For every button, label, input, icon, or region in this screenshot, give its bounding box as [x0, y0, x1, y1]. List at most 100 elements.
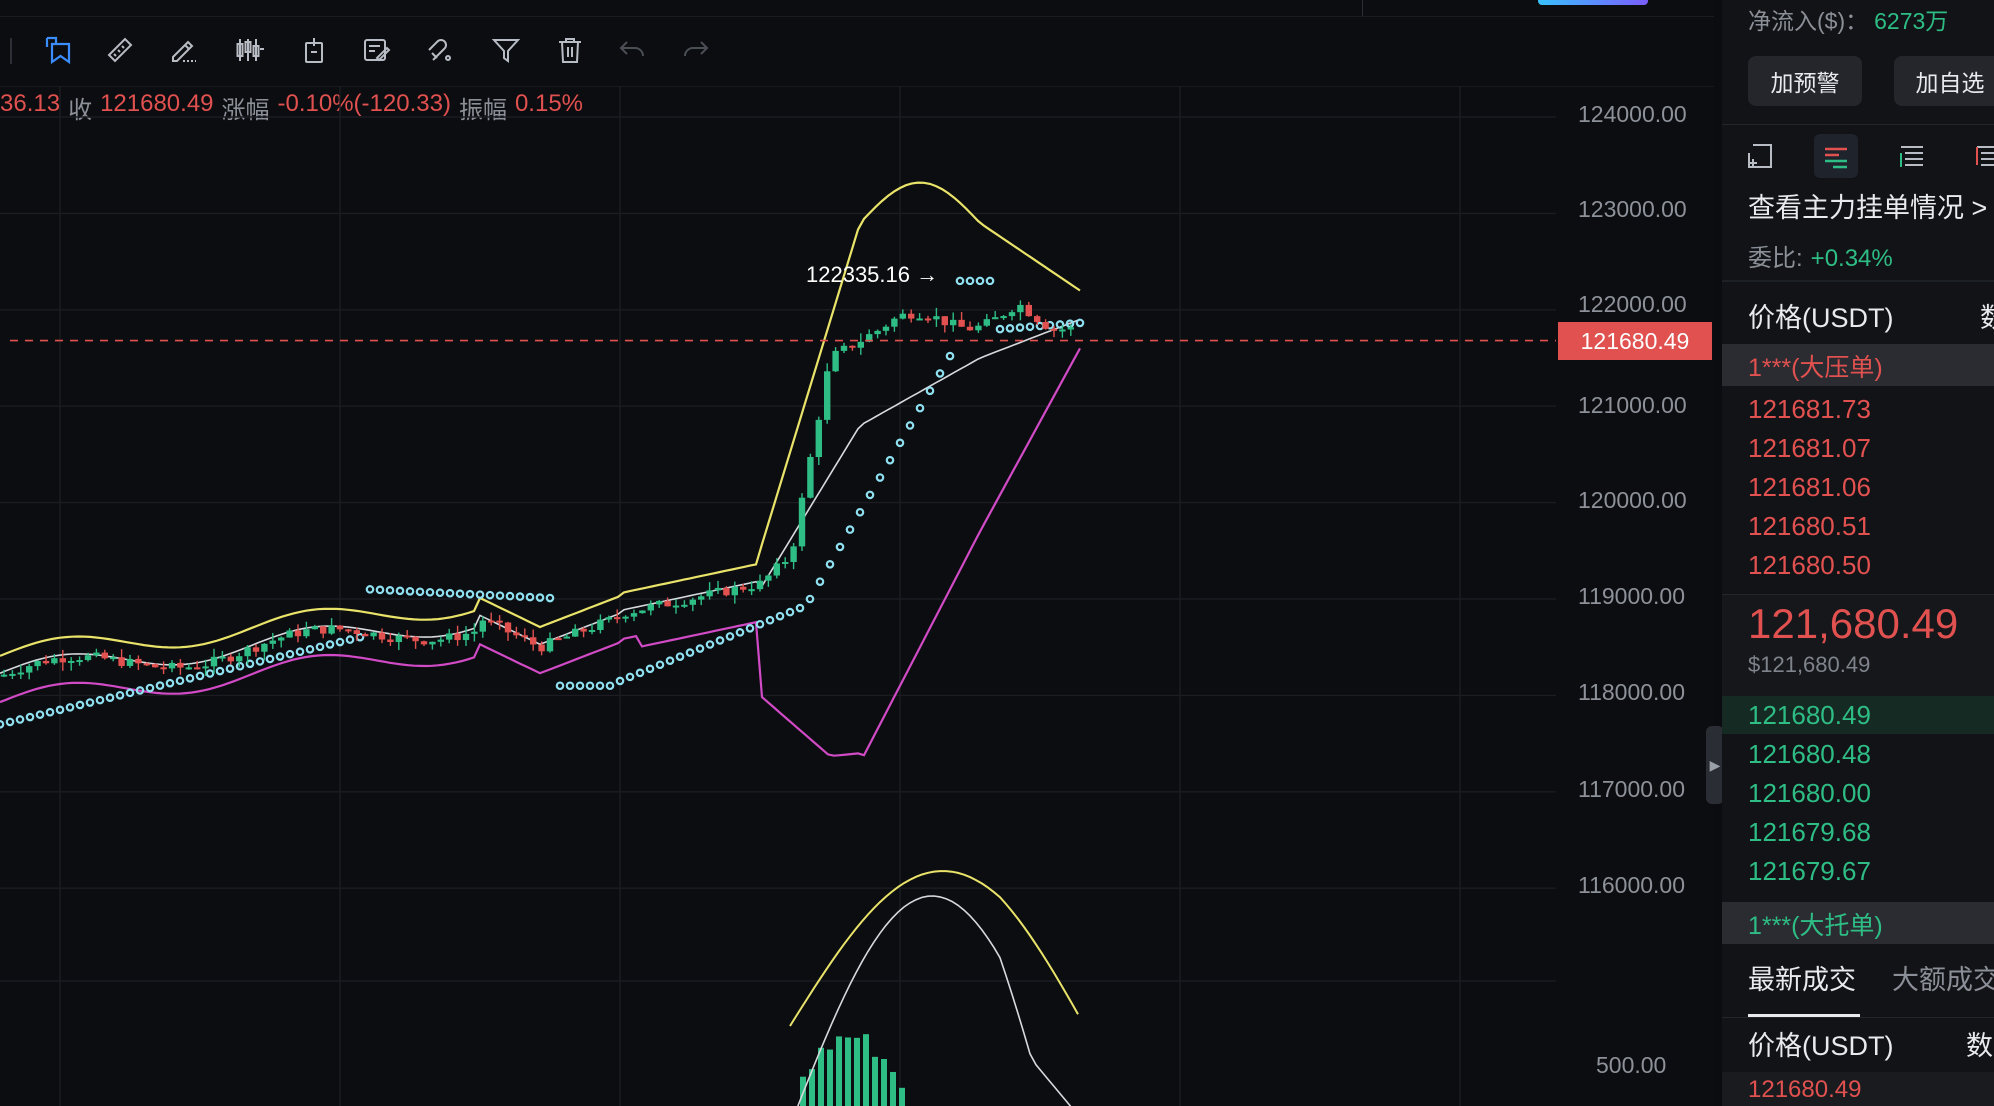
tab-large-trades[interactable]: 大额成交 [1892, 958, 1994, 997]
candle-down [420, 641, 428, 645]
sar-dot [145, 683, 155, 693]
ruler-tool-icon[interactable] [102, 32, 138, 68]
ask-price-row[interactable]: 121680.51 [1748, 511, 1871, 542]
candle-up [51, 658, 58, 664]
top-progress-indicator [1538, 0, 1648, 5]
sar-dot [1025, 322, 1035, 332]
ruler-vertical-icon[interactable] [296, 32, 332, 68]
candle-up [891, 318, 898, 327]
sar-dot [865, 490, 875, 500]
bid-price-row[interactable]: 121679.68 [1748, 817, 1871, 848]
candle-up [210, 656, 218, 667]
volume-bar [890, 1071, 896, 1106]
brush-tool-icon[interactable] [166, 32, 202, 68]
candle-up [992, 317, 999, 320]
candle-up [26, 666, 33, 673]
ask-price-row[interactable]: 121681.73 [1748, 394, 1871, 425]
sar-dot [365, 585, 375, 594]
add-alert-button[interactable]: 加预警 [1748, 56, 1862, 106]
sar-dot [295, 647, 305, 657]
sar-dot [185, 674, 195, 683]
delete-icon[interactable] [552, 32, 588, 68]
bid-price-row[interactable]: 121680.49 [1748, 700, 1871, 731]
chart-area[interactable]: 36.13 收 121680.49 涨幅 -0.10%(-120.33) 振幅 … [0, 0, 1724, 1106]
bid-price-row[interactable]: 121680.48 [1748, 739, 1871, 770]
orderbook-asks-view-icon[interactable] [1966, 134, 1994, 178]
ratio-label: 委比: [1748, 245, 1803, 272]
add-watchlist-button[interactable]: 加自选 [1894, 56, 1994, 106]
candle-up [219, 656, 226, 659]
candle-down [42, 660, 50, 664]
orderbook-both-view-icon[interactable] [1738, 134, 1782, 178]
candle-down [496, 620, 503, 623]
candle-down [966, 326, 974, 331]
candle-up [446, 633, 453, 640]
sar-dot [465, 589, 475, 599]
sar-dot [935, 369, 945, 378]
candle-up [185, 667, 192, 670]
sar-dot [45, 707, 55, 717]
sar-dot [215, 666, 225, 676]
candle-up [168, 662, 176, 669]
main-orders-link[interactable]: 查看主力挂单情况 > [1748, 186, 1987, 225]
sar-dot [165, 678, 175, 688]
candle-down [664, 600, 671, 607]
orderbook-split-view-icon[interactable] [1814, 134, 1858, 178]
sar-dot [345, 635, 355, 644]
candle-down [59, 658, 66, 663]
top-edge-bar [0, 0, 1714, 17]
candle-up [546, 638, 554, 652]
bid-big-order-label: 1***(大托单) [1748, 912, 1883, 940]
candle-up [756, 580, 764, 590]
sar-dot [525, 592, 535, 602]
orderbook-bids-view-icon[interactable] [1890, 134, 1934, 178]
sar-dot [745, 624, 755, 633]
sar-dot [15, 715, 25, 724]
ask-price-row[interactable]: 121681.07 [1748, 433, 1871, 464]
sar-dot [1015, 323, 1025, 332]
trade-row[interactable]: 121680.49 [1748, 1076, 1861, 1104]
candles [0, 300, 1074, 680]
filter-icon[interactable] [488, 32, 524, 68]
magnet-icon[interactable] [422, 32, 458, 68]
candle-up [714, 587, 722, 591]
toolbar-separator [10, 38, 12, 64]
candle-down [252, 647, 260, 652]
candle-down [1034, 316, 1041, 323]
volume-ma-line [797, 895, 1072, 1106]
candle-up [278, 637, 285, 641]
candle-up [76, 660, 83, 663]
note-edit-icon[interactable] [358, 32, 394, 68]
sar-dot [315, 642, 325, 652]
bid-price-row[interactable]: 121680.00 [1748, 778, 1871, 809]
candlestick-chart[interactable] [0, 86, 1556, 1106]
ask-price-row[interactable]: 121681.06 [1748, 472, 1871, 503]
sar-dot [885, 455, 895, 465]
axis-label: 122000.00 [1578, 291, 1687, 317]
ask-price-row[interactable]: 121680.50 [1748, 550, 1871, 581]
sar-dot [415, 587, 425, 597]
selection-tool-icon[interactable] [40, 32, 76, 68]
sar-dot [285, 649, 295, 659]
candle-down [504, 622, 512, 633]
bid-price-row[interactable]: 121679.67 [1748, 856, 1871, 887]
candle-up [395, 635, 402, 643]
redo-icon[interactable] [678, 32, 714, 68]
candle-compare-icon[interactable] [232, 32, 268, 68]
sar-dot [855, 507, 865, 517]
candle-up [17, 672, 24, 675]
sar-dot [305, 644, 315, 654]
sar-dot [385, 586, 395, 595]
tab-latest-trades[interactable]: 最新成交 [1748, 958, 1856, 997]
sar-dot [565, 681, 575, 691]
sar-dot [955, 276, 965, 286]
trades-quantity-column-header: 数 [1966, 1031, 1993, 1061]
candle-up [303, 629, 310, 637]
mid-price: 121,680.49 [1748, 600, 1959, 647]
sar-dot [555, 681, 565, 691]
volume-ma-line [789, 870, 1079, 1027]
candle-down [320, 626, 327, 634]
undo-icon[interactable] [614, 32, 650, 68]
volume-bar [845, 1037, 851, 1106]
sar-dot [515, 592, 525, 601]
